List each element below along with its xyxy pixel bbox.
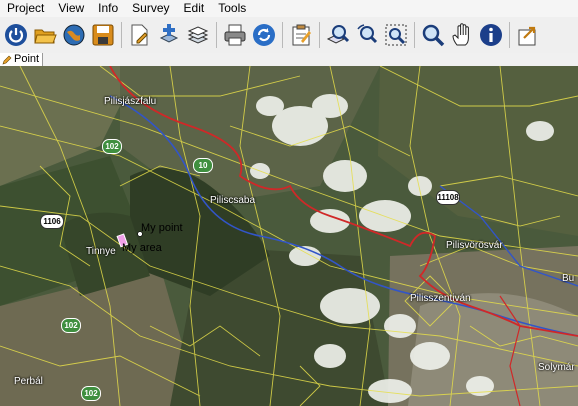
road-shield: 11108 [436,190,460,205]
open-folder-icon [34,29,57,44]
road-shield: 1106 [40,214,64,229]
edit-button[interactable] [127,22,153,48]
print-button[interactable] [222,22,248,48]
place-label: Perbál [14,376,43,387]
road-shield: 10 [193,158,213,173]
my-point-label: My point [141,222,183,234]
place-label: Pilisszentiván [410,293,471,304]
menu-info[interactable]: Info [91,0,125,17]
road-shield: 102 [61,318,81,333]
export-icon [518,26,536,46]
clipboard-icon [292,24,311,46]
zoom-icon [422,24,445,47]
zoom-extent-button[interactable] [383,22,409,48]
zoom-rotate-icon [357,24,378,44]
road-shield: 102 [102,139,122,154]
open-button[interactable] [32,22,58,48]
add-layer-icon [159,24,179,43]
info-button[interactable] [478,22,504,48]
toolbar-separator [509,22,510,48]
menu-tools[interactable]: Tools [211,0,253,17]
place-label: Tinnye [86,246,116,257]
map-canvas[interactable]: Pilisjászfalu Piliscsaba Pilisvörösvár P… [0,66,578,406]
properties-button[interactable] [288,22,314,48]
export-button[interactable] [515,22,541,48]
satellite-basemap [0,66,578,406]
point-mode-label: Point [14,53,40,65]
toolbar-separator [282,22,283,48]
my-area-label: My area [122,242,162,254]
web-map-button[interactable] [61,22,87,48]
menu-survey[interactable]: Survey [125,0,176,17]
place-label: Piliscsaba [210,195,256,206]
menu-view[interactable]: View [51,0,91,17]
place-label: Bu [562,273,575,284]
refresh-icon [253,24,275,46]
add-layer-button[interactable] [156,22,182,48]
place-label: Pilisvörösvár [446,240,503,251]
zoom-button[interactable] [420,22,446,48]
menu-bar: Project View Info Survey Edit Tools [0,0,578,17]
toolbar-separator [319,22,320,48]
layers-button[interactable] [185,22,211,48]
road-shield: 102 [81,386,101,401]
globe-icon [63,24,85,46]
toolbar-separator [216,22,217,48]
menu-edit[interactable]: Edit [177,0,212,17]
toolbar-separator [414,22,415,48]
zoom-rotate-button[interactable] [354,22,380,48]
info-icon [480,24,502,46]
pan-hand-icon [452,23,469,46]
mode-bar [0,53,578,66]
power-button[interactable] [3,22,29,48]
zoom-layer-button[interactable] [325,22,351,48]
print-icon [224,24,246,46]
main-toolbar [0,17,578,54]
zoom-extent-icon [385,24,407,46]
zoom-layer-icon [326,25,350,44]
pencil-icon [2,55,12,64]
edit-document-icon [131,24,148,46]
power-icon [5,24,27,46]
refresh-button[interactable] [251,22,277,48]
layers-icon [187,26,209,44]
point-mode-tab[interactable]: Point [0,53,44,67]
save-button[interactable] [90,22,116,48]
toolbar-separator [121,22,122,48]
save-disk-icon [92,24,114,46]
place-label: Pilisjászfalu [104,96,157,107]
place-label: Solymár [538,362,575,373]
pan-button[interactable] [449,22,475,48]
menu-project[interactable]: Project [0,0,51,17]
